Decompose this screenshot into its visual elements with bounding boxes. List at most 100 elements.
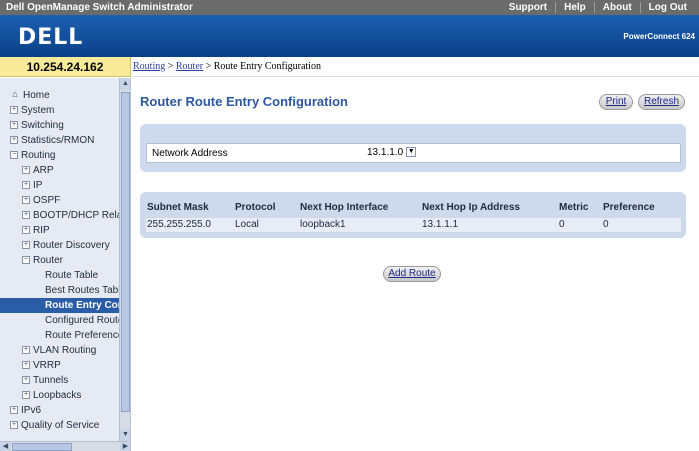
page-title: Router Route Entry Configuration <box>140 94 348 109</box>
sidebar-item-rip[interactable]: + RIP <box>0 223 120 238</box>
sidebar-item-loopbacks[interactable]: + Loopbacks <box>0 388 120 403</box>
breadcrumb-routing[interactable]: Routing <box>133 61 165 72</box>
col-preference: Preference <box>603 202 655 213</box>
expand-icon[interactable]: + <box>22 391 30 400</box>
sidebar-item-switching[interactable]: + Switching <box>0 118 120 133</box>
expand-icon[interactable]: + <box>22 226 30 235</box>
expand-icon[interactable]: + <box>22 241 30 250</box>
col-metric: Metric <box>559 202 589 213</box>
expand-icon[interactable]: + <box>22 211 30 220</box>
sidebar-item-label: Switching <box>21 120 64 131</box>
breadcrumb-separator: > <box>205 61 212 72</box>
log-out-link[interactable]: Log Out <box>639 2 695 13</box>
network-address-panel: Network Address 13.1.1.0 ▼ <box>140 124 686 172</box>
sidebar-item-label: VRRP <box>33 360 61 371</box>
banner: DELL PowerConnect 624 <box>0 15 699 57</box>
sidebar-item-system[interactable]: + System <box>0 103 120 118</box>
sidebar-item-arp[interactable]: + ARP <box>0 163 120 178</box>
sidebar-item-label: IP <box>33 180 43 191</box>
sidebar-item-bootp-dhcp-relay[interactable]: + BOOTP/DHCP Relay <box>0 208 127 223</box>
sidebar-item-vrrp[interactable]: + VRRP <box>0 358 120 373</box>
sidebar-item-route-table[interactable]: Route Table <box>0 268 120 283</box>
sidebar-item-label: Router <box>33 255 64 266</box>
ip-address: 10.254.24.162 <box>0 57 131 77</box>
sidebar-item-label: IPv6 <box>21 405 42 416</box>
expand-icon[interactable]: + <box>22 196 30 205</box>
sidebar-item-label: BOOTP/DHCP Relay <box>33 210 128 221</box>
help-link[interactable]: Help <box>555 2 594 13</box>
app-title: Dell OpenManage Switch Administrator <box>6 2 193 13</box>
add-route-button[interactable]: Add Route <box>383 266 441 282</box>
expand-icon[interactable]: + <box>22 166 30 175</box>
sidebar-item-route-entry-conf[interactable]: Route Entry Conf <box>0 298 127 313</box>
sidebar-item-label: Loopbacks <box>33 390 82 401</box>
col-protocol: Protocol <box>235 202 276 213</box>
sidebar-item-quality-of-service[interactable]: + Quality of Service <box>0 418 120 433</box>
sidebar-horizontal-scrollbar[interactable]: ◀ ▶ <box>0 441 130 451</box>
sidebar: ⌂ Home + System + Switching + Statistics/RMON − R… <box>0 78 131 451</box>
sidebar-item-router-discovery[interactable]: + Router Discovery <box>0 238 120 253</box>
sidebar-item-label: Tunnels <box>33 375 69 386</box>
network-address-select[interactable]: 13.1.1.0 ▼ <box>367 147 417 160</box>
expand-icon[interactable]: + <box>22 346 30 355</box>
scroll-thumb[interactable] <box>121 92 130 412</box>
collapse-icon[interactable]: − <box>22 256 30 265</box>
sidebar-item-label: Routing <box>21 150 56 161</box>
expand-icon[interactable]: + <box>10 421 18 430</box>
sidebar-item-ip[interactable]: + IP <box>0 178 120 193</box>
sidebar-item-configured-routes[interactable]: Configured Routes <box>0 313 128 328</box>
cell-subnet-mask: 255.255.255.0 <box>147 219 211 230</box>
expand-icon[interactable]: + <box>22 361 30 370</box>
sidebar-item-routing[interactable]: − Routing <box>0 148 120 163</box>
network-address-row: Network Address 13.1.1.0 ▼ <box>146 143 681 163</box>
nav-tree: ⌂ Home + System + Switching + Statistics/RMON − R… <box>0 88 128 433</box>
expand-icon[interactable]: + <box>10 406 18 415</box>
scroll-up-icon[interactable]: ▲ <box>120 78 130 90</box>
support-link[interactable]: Support <box>501 2 555 13</box>
sidebar-item-label: Route Entry Conf <box>45 300 128 311</box>
sidebar-item-home[interactable]: ⌂ Home <box>0 88 120 103</box>
sidebar-item-best-routes-table[interactable]: Best Routes Table <box>0 283 126 298</box>
about-link[interactable]: About <box>593 2 640 13</box>
expand-icon[interactable]: + <box>10 121 18 130</box>
expand-icon[interactable]: + <box>22 376 30 385</box>
cell-metric: 0 <box>559 219 565 230</box>
sidebar-item-router[interactable]: − Router <box>0 253 120 268</box>
route-table-panel: Subnet Mask Protocol Next Hop Interface … <box>140 192 686 238</box>
home-icon[interactable]: ⌂ <box>10 90 20 99</box>
sidebar-item-tunnels[interactable]: + Tunnels <box>0 373 120 388</box>
sidebar-item-label: VLAN Routing <box>33 345 97 356</box>
sidebar-item-label: ARP <box>33 165 54 176</box>
sidebar-item-statistics-rmon[interactable]: + Statistics/RMON <box>0 133 120 148</box>
sidebar-item-label: Router Discovery <box>33 240 110 251</box>
breadcrumb-router[interactable]: Router <box>176 61 203 72</box>
col-next-hop-ip: Next Hop Ip Address <box>422 202 520 213</box>
scroll-left-icon[interactable]: ◀ <box>0 442 11 451</box>
sidebar-item-route-preferences[interactable]: Route Preferences <box>0 328 128 343</box>
expand-icon[interactable]: + <box>10 106 18 115</box>
print-button[interactable]: Print <box>599 94 633 110</box>
sidebar-item-label: Route Table <box>45 270 99 281</box>
top-links: Support Help About Log Out <box>501 2 695 13</box>
network-address-label: Network Address <box>152 148 228 159</box>
cell-preference: 0 <box>603 219 609 230</box>
expand-icon[interactable]: + <box>10 136 18 145</box>
chevron-down-icon[interactable]: ▼ <box>406 147 417 158</box>
sidebar-item-ipv6[interactable]: + IPv6 <box>0 403 120 418</box>
sidebar-item-ospf[interactable]: + OSPF <box>0 193 120 208</box>
collapse-icon[interactable]: − <box>10 151 18 160</box>
sidebar-item-label: Quality of Service <box>21 420 100 431</box>
cell-protocol: Local <box>235 219 259 230</box>
expand-icon[interactable]: + <box>22 181 30 190</box>
sidebar-vertical-scrollbar[interactable]: ▲ ▼ <box>119 78 130 441</box>
main-content: Router Route Entry Configuration Print R… <box>133 78 699 451</box>
dell-logo: DELL <box>18 25 84 50</box>
breadcrumb-current: Route Entry Configuration <box>213 61 321 72</box>
refresh-button[interactable]: Refresh <box>638 94 685 110</box>
sidebar-item-label: Configured Routes <box>45 315 129 326</box>
scroll-down-icon[interactable]: ▼ <box>120 429 130 441</box>
table-header: Subnet Mask Protocol Next Hop Interface … <box>140 202 686 215</box>
scroll-right-icon[interactable]: ▶ <box>120 442 130 451</box>
scroll-thumb[interactable] <box>12 443 72 451</box>
sidebar-item-vlan-routing[interactable]: + VLAN Routing <box>0 343 120 358</box>
